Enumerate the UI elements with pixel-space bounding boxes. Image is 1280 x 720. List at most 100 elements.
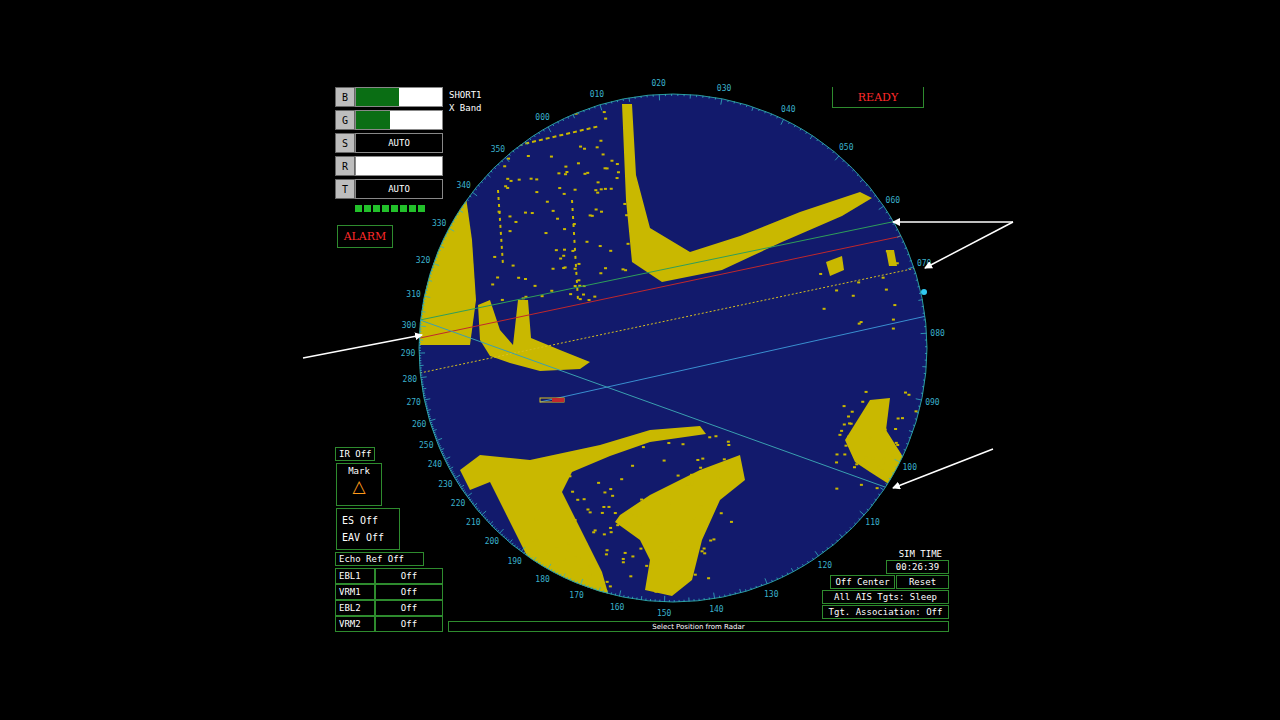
echo-speck	[858, 323, 861, 325]
display-button[interactable]: Reset	[896, 575, 949, 589]
control-slider[interactable]	[355, 156, 443, 176]
echo-speck	[847, 415, 850, 417]
ais-target-icon[interactable]	[921, 289, 927, 295]
bearing-tick	[430, 419, 436, 421]
bearing-tick	[498, 164, 499, 165]
bearing-tick	[488, 521, 489, 522]
alarm-button[interactable]: ALARM	[337, 225, 393, 248]
echo-speck	[583, 173, 586, 175]
control-row[interactable]: G	[335, 110, 443, 130]
bearing-tick	[740, 589, 741, 593]
bearing-tick	[472, 192, 477, 196]
association-button[interactable]: Tgt. Association: Off	[822, 605, 949, 619]
echo-speck	[712, 538, 715, 540]
echo-speck	[581, 557, 584, 559]
echo-strand	[498, 126, 600, 150]
control-stack: BGSAUTORTAUTO	[335, 87, 443, 199]
tune-indicator	[355, 205, 443, 212]
control-slider[interactable]	[355, 110, 443, 130]
es-toggle[interactable]: ES Off	[342, 515, 394, 526]
control-row[interactable]: TAUTO	[335, 179, 443, 199]
radar-scope[interactable]	[419, 94, 927, 602]
bearing-label: 130	[764, 590, 779, 599]
bearing-tick	[758, 109, 760, 111]
echo-speck	[524, 212, 527, 214]
bearing-tick	[632, 597, 633, 599]
control-row[interactable]: B	[335, 87, 443, 107]
display-button[interactable]: Off Center	[830, 575, 895, 589]
bearing-tick	[627, 596, 628, 598]
echo-speck	[534, 285, 537, 287]
control-letter[interactable]: T	[335, 179, 355, 199]
bearing-label: 120	[818, 561, 833, 570]
bearing-tick	[444, 239, 446, 241]
echo-speck	[716, 478, 719, 480]
echo-speck	[851, 411, 854, 413]
control-value[interactable]: AUTO	[355, 133, 443, 153]
parallel-index-line[interactable]	[420, 263, 940, 373]
annotation-arrow-icon	[925, 222, 1013, 268]
ebl-vrm-name[interactable]: EBL1	[335, 568, 375, 584]
bearing-label: 330	[432, 219, 447, 228]
bearing-tick	[925, 353, 927, 354]
echo-speck	[594, 189, 597, 191]
bearing-tick	[857, 174, 858, 175]
echo-speck	[635, 515, 638, 517]
bearing-tick	[519, 548, 520, 550]
echo-speck	[537, 565, 540, 567]
echo-speck	[667, 503, 670, 505]
echo-speck	[617, 171, 620, 173]
control-letter[interactable]: B	[335, 87, 355, 107]
bearing-tick	[875, 499, 877, 500]
echo-ref-button[interactable]: Echo Ref Off	[335, 552, 424, 566]
ebl-vrm-value[interactable]: Off	[375, 600, 443, 616]
ebl-vrm-value[interactable]: Off	[375, 616, 443, 632]
ebl-vrm-name[interactable]: VRM2	[335, 616, 375, 632]
bearing-line[interactable]	[540, 313, 940, 402]
sim-time-label: SIM TIME	[899, 549, 949, 559]
mark-button[interactable]: Mark△	[336, 463, 382, 506]
echo-strand	[572, 200, 578, 300]
bearing-tick	[510, 540, 513, 543]
bearing-line[interactable]	[420, 320, 910, 496]
control-row[interactable]: SAUTO	[335, 133, 443, 153]
control-letter[interactable]: G	[335, 110, 355, 130]
bearing-tick	[550, 569, 552, 571]
control-value[interactable]: AUTO	[355, 179, 443, 199]
bearing-label: 310	[406, 290, 421, 299]
bearing-tick	[505, 157, 509, 162]
control-row[interactable]: R	[335, 156, 443, 176]
bearing-tick	[904, 449, 906, 451]
bearing-tick	[925, 360, 927, 361]
ebl-vrm-name[interactable]: EBL2	[335, 600, 375, 616]
bearing-tick	[628, 98, 630, 102]
bearing-tick	[428, 280, 432, 281]
es-eav-box[interactable]: ES Off EAV Off	[336, 508, 400, 550]
bearing-tick	[445, 235, 447, 237]
ebl-vrm-name[interactable]: VRM1	[335, 584, 375, 600]
echo-speck	[558, 187, 561, 189]
ir-button[interactable]: IR Off	[335, 447, 375, 461]
control-slider[interactable]	[355, 87, 443, 107]
bearing-tick	[901, 455, 903, 457]
bearing-tick	[659, 94, 660, 100]
control-letter[interactable]: S	[335, 133, 355, 153]
echo-speck	[709, 540, 712, 542]
bearing-tick	[859, 518, 860, 519]
land-echo	[478, 300, 590, 371]
ebl-vrm-value[interactable]: Off	[375, 584, 443, 600]
bearing-label: 080	[930, 329, 945, 338]
echo-speck	[894, 428, 897, 430]
eav-toggle[interactable]: EAV Off	[342, 532, 394, 543]
echo-speck	[512, 265, 515, 267]
ais-button[interactable]: All AIS Tgts: Sleep	[822, 590, 949, 604]
parallel-index-line[interactable]	[420, 212, 940, 320]
echo-speck	[559, 258, 562, 260]
ebl-vrm-value[interactable]: Off	[375, 568, 443, 584]
control-letter[interactable]: R	[335, 156, 355, 176]
echo-speck	[568, 475, 571, 477]
echo-speck	[871, 457, 874, 459]
bearing-tick	[917, 286, 919, 287]
bearing-tick	[432, 428, 434, 430]
echo-speck	[678, 545, 681, 547]
